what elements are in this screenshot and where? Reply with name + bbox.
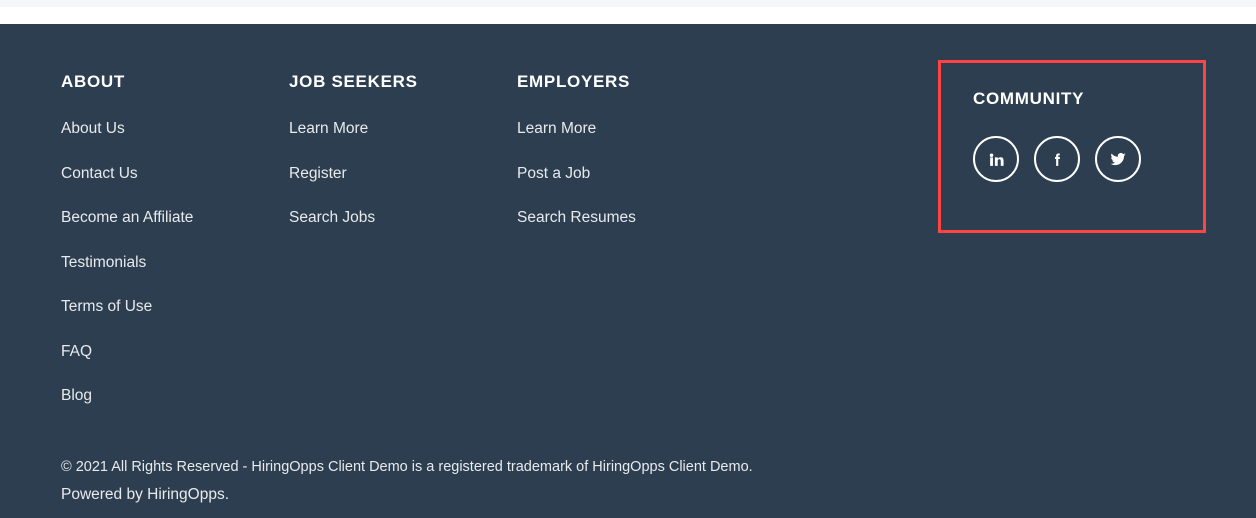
footer-column-heading-about: ABOUT bbox=[61, 72, 125, 91]
footer-link-become-an-affiliate[interactable]: Become an Affiliate bbox=[61, 207, 193, 229]
page-root: ABOUT About Us Contact Us Become an Affi… bbox=[0, 0, 1256, 518]
twitter-icon bbox=[1109, 150, 1127, 168]
page-top-strip bbox=[0, 0, 1256, 7]
social-link-twitter[interactable] bbox=[1095, 136, 1141, 182]
list-item: Learn More bbox=[517, 118, 732, 140]
list-item: Learn More bbox=[289, 118, 504, 140]
footer-link-contact-us[interactable]: Contact Us bbox=[61, 163, 138, 185]
footer-link-faq[interactable]: FAQ bbox=[61, 341, 92, 363]
list-item: Post a Job bbox=[517, 163, 732, 185]
footer-link-blog[interactable]: Blog bbox=[61, 385, 92, 407]
footer-legal: © 2021 All Rights Reserved - HiringOpps … bbox=[61, 454, 1161, 508]
powered-by-prefix: Powered by bbox=[61, 486, 148, 503]
footer-column-heading-job-seekers: JOB SEEKERS bbox=[289, 72, 418, 91]
footer-link-search-resumes[interactable]: Search Resumes bbox=[517, 207, 636, 229]
social-link-facebook[interactable] bbox=[1034, 136, 1080, 182]
list-item: Terms of Use bbox=[61, 296, 276, 318]
list-item: FAQ bbox=[61, 341, 276, 363]
list-item: Blog bbox=[61, 385, 276, 407]
powered-by-link[interactable]: HiringOpps bbox=[147, 486, 225, 503]
footer-link-employers-learn-more[interactable]: Learn More bbox=[517, 118, 596, 140]
list-item: Contact Us bbox=[61, 163, 276, 185]
list-item: Become an Affiliate bbox=[61, 207, 276, 229]
footer-column-employers: EMPLOYERS Learn More Post a Job Search R… bbox=[517, 72, 732, 252]
list-item: Search Jobs bbox=[289, 207, 504, 229]
list-item: Search Resumes bbox=[517, 207, 732, 229]
powered-by-line: Powered by HiringOpps. bbox=[61, 481, 1161, 508]
footer-links-about: About Us Contact Us Become an Affiliate … bbox=[61, 118, 276, 407]
page-white-gap bbox=[0, 7, 1256, 24]
footer-column-about: ABOUT About Us Contact Us Become an Affi… bbox=[61, 72, 276, 430]
powered-by-suffix: . bbox=[224, 486, 230, 503]
footer-links-job-seekers: Learn More Register Search Jobs bbox=[289, 118, 504, 229]
footer-link-post-a-job[interactable]: Post a Job bbox=[517, 163, 590, 185]
facebook-icon bbox=[1049, 151, 1066, 168]
footer-link-testimonials[interactable]: Testimonials bbox=[61, 252, 146, 274]
footer-column-heading-employers: EMPLOYERS bbox=[517, 72, 631, 91]
linkedin-icon bbox=[988, 151, 1005, 168]
community-section-highlight: COMMUNITY bbox=[938, 60, 1206, 233]
footer-column-heading-community: COMMUNITY bbox=[973, 89, 1085, 108]
footer-links-employers: Learn More Post a Job Search Resumes bbox=[517, 118, 732, 229]
footer-link-terms-of-use[interactable]: Terms of Use bbox=[61, 296, 152, 318]
community-section: COMMUNITY bbox=[973, 89, 1141, 182]
site-footer: ABOUT About Us Contact Us Become an Affi… bbox=[0, 24, 1256, 518]
footer-inner: ABOUT About Us Contact Us Become an Affi… bbox=[0, 24, 1256, 518]
list-item: Register bbox=[289, 163, 504, 185]
social-links-row bbox=[973, 136, 1141, 182]
social-link-linkedin[interactable] bbox=[973, 136, 1019, 182]
footer-link-about-us[interactable]: About Us bbox=[61, 118, 125, 140]
footer-link-register[interactable]: Register bbox=[289, 163, 347, 185]
footer-link-seekers-learn-more[interactable]: Learn More bbox=[289, 118, 368, 140]
copyright-text: © 2021 All Rights Reserved - HiringOpps … bbox=[61, 459, 753, 475]
footer-column-job-seekers: JOB SEEKERS Learn More Register Search J… bbox=[289, 72, 504, 252]
list-item: Testimonials bbox=[61, 252, 276, 274]
list-item: About Us bbox=[61, 118, 276, 140]
footer-link-search-jobs[interactable]: Search Jobs bbox=[289, 207, 375, 229]
